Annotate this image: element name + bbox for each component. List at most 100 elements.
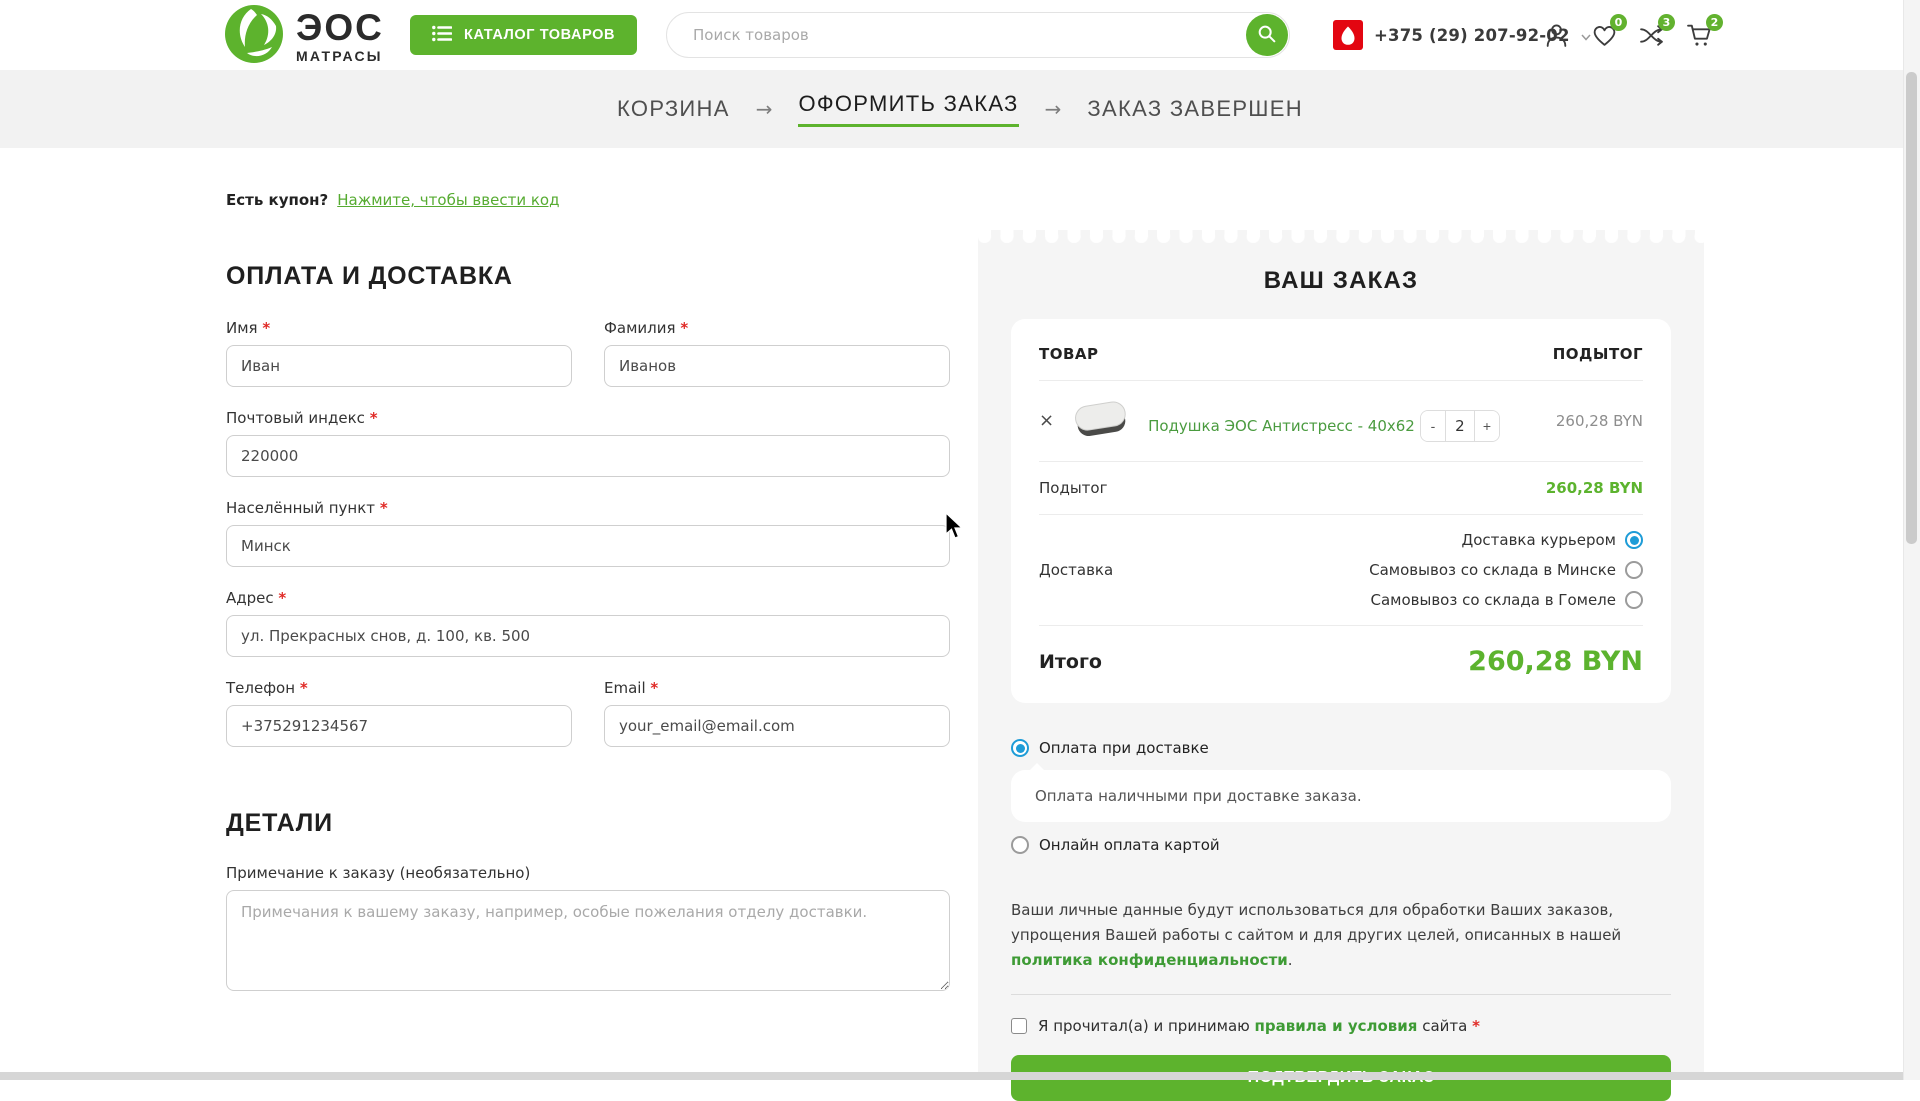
checkout-steps: КОРЗИНА → ОФОРМИТЬ ЗАКАЗ → ЗАКАЗ ЗАВЕРШЕ… [0, 70, 1920, 148]
phone-field: Телефон * [226, 679, 572, 747]
radio-icon[interactable] [1625, 591, 1643, 609]
order-card-header: ТОВАР ПОДЫТОГ [1039, 319, 1643, 380]
logo-line2: МАТРАСЫ [296, 49, 384, 63]
quantity-decrease-button[interactable]: - [1421, 411, 1445, 441]
subtotal-row: Подытог 260,28 BYN [1039, 461, 1643, 514]
coupon-link[interactable]: Нажмите, чтобы ввести код [337, 191, 559, 209]
scrollbar-thumb[interactable] [1906, 72, 1917, 544]
wishlist-count-badge: 0 [1610, 14, 1627, 31]
divider [1011, 994, 1671, 995]
payment-option-online[interactable]: Онлайн оплата картой [1011, 836, 1671, 854]
shipping-option-label: Самовывоз со склада в Минске [1369, 561, 1616, 579]
postcode-input[interactable] [226, 435, 950, 477]
billing-title: ОПЛАТА И ДОСТАВКА [226, 262, 950, 291]
payment-option-label: Онлайн оплата картой [1039, 836, 1220, 854]
total-row: Итого 260,28 BYN [1039, 625, 1643, 703]
address-input[interactable] [226, 615, 950, 657]
address-label: Адрес * [226, 589, 950, 607]
email-field: Email * [604, 679, 950, 747]
catalog-button-label: КАТАЛОГ ТОВАРОВ [464, 27, 615, 43]
order-note-field: Примечание к заказу (необязательно) [226, 864, 950, 995]
heart-icon [1591, 34, 1618, 53]
terms-link[interactable]: правила и условия [1255, 1017, 1418, 1035]
first-name-field: Имя * [226, 319, 572, 387]
wishlist-button[interactable]: 0 [1591, 22, 1619, 50]
step-checkout: ОФОРМИТЬ ЗАКАЗ [798, 91, 1018, 127]
logo-icon [224, 4, 284, 68]
last-name-input[interactable] [604, 345, 950, 387]
logo-text: ЭОС МАТРАСЫ [296, 9, 384, 63]
quantity-stepper: - + [1420, 410, 1500, 442]
compare-icon [1639, 34, 1666, 53]
step-cart[interactable]: КОРЗИНА [617, 96, 730, 122]
city-label: Населённый пункт * [226, 499, 950, 517]
radio-selected-icon[interactable] [1625, 531, 1643, 549]
search-input[interactable] [666, 12, 1290, 58]
total-label: Итого [1039, 651, 1102, 673]
catalog-list-icon [432, 25, 452, 46]
postcode-field: Почтовый индекс * [226, 409, 950, 477]
site-logo[interactable]: ЭОС МАТРАСЫ [224, 4, 384, 68]
payment-option-label: Оплата при доставке [1039, 739, 1209, 757]
shipping-option-pickup-minsk[interactable]: Самовывоз со склада в Минске [1369, 561, 1643, 579]
radio-icon[interactable] [1011, 836, 1029, 854]
privacy-policy-link[interactable]: политика конфиденциальности [1011, 951, 1288, 969]
compare-button[interactable]: 3 [1639, 22, 1667, 50]
email-input[interactable] [604, 705, 950, 747]
terms-text: Я прочитал(а) и принимаю правила и услов… [1038, 1017, 1480, 1035]
receipt-teeth-edge [978, 230, 1704, 243]
email-label: Email * [604, 679, 950, 697]
details-title: ДЕТАЛИ [226, 809, 950, 838]
phone-input[interactable] [226, 705, 572, 747]
order-title: ВАШ ЗАКАЗ [978, 267, 1704, 295]
radio-icon[interactable] [1625, 561, 1643, 579]
radio-selected-icon[interactable] [1011, 739, 1029, 757]
terms-row: Я прочитал(а) и принимаю правила и услов… [1011, 1017, 1671, 1035]
search-button[interactable] [1246, 14, 1288, 56]
payment-description-box: Оплата наличными при доставке заказа. [1011, 770, 1671, 822]
cart-icon [1687, 33, 1714, 52]
cart-item-row: × Подушка ЭОС Антистресс - 40х62 - + 260… [1039, 380, 1643, 461]
terms-checkbox[interactable] [1011, 1018, 1027, 1034]
payment-option-cod[interactable]: Оплата при доставке [1011, 739, 1671, 757]
step-arrow-icon: → [756, 97, 773, 121]
account-button[interactable] [1543, 22, 1571, 50]
product-info: Подушка ЭОС Антистресс - 40х62 - + [1148, 401, 1541, 442]
order-card: ТОВАР ПОДЫТОГ × Подушка ЭОС Антистресс -… [1011, 319, 1671, 703]
city-field: Населённый пункт * [226, 499, 950, 567]
postcode-label: Почтовый индекс * [226, 409, 950, 427]
privacy-note: Ваши личные данные будут использоваться … [1011, 898, 1671, 972]
shipping-option-pickup-gomel[interactable]: Самовывоз со склада в Гомеле [1370, 591, 1643, 609]
quantity-increase-button[interactable]: + [1475, 411, 1499, 441]
product-title-link[interactable]: Подушка ЭОС Антистресс - 40х62 [1148, 417, 1415, 435]
city-input[interactable] [226, 525, 950, 567]
header-icons: 0 3 2 [1543, 22, 1715, 50]
first-name-input[interactable] [226, 345, 572, 387]
catalog-button[interactable]: КАТАЛОГ ТОВАРОВ [410, 15, 637, 55]
billing-form: ОПЛАТА И ДОСТАВКА Имя * Фамилия * Почтов… [226, 262, 950, 1017]
order-note-textarea[interactable] [226, 890, 950, 991]
quantity-input[interactable] [1445, 411, 1475, 441]
user-icon [1543, 34, 1570, 53]
phone-label: Телефон * [226, 679, 572, 697]
compare-count-badge: 3 [1658, 14, 1675, 31]
subtotal-label: Подытог [1039, 479, 1107, 497]
address-field: Адрес * [226, 589, 950, 657]
logo-line1: ЭОС [296, 9, 384, 46]
shipping-option-label: Доставка курьером [1462, 531, 1616, 549]
footer-edge [0, 1072, 1920, 1080]
column-product: ТОВАР [1039, 345, 1099, 363]
coupon-row: Есть купон? Нажмите, чтобы ввести код [226, 191, 559, 209]
step-complete: ЗАКАЗ ЗАВЕРШЕН [1087, 96, 1303, 122]
shipping-option-courier[interactable]: Доставка курьером [1462, 531, 1643, 549]
last-name-field: Фамилия * [604, 319, 950, 387]
payment-description: Оплата наличными при доставке заказа. [1035, 787, 1362, 805]
order-summary-panel: ВАШ ЗАКАЗ ТОВАР ПОДЫТОГ × Подушка ЭОС Ан… [978, 230, 1704, 1080]
coupon-question: Есть купон? [226, 191, 328, 209]
page-scrollbar[interactable] [1903, 0, 1920, 1080]
remove-item-button[interactable]: × [1039, 412, 1054, 430]
column-subtotal: ПОДЫТОГ [1553, 345, 1643, 363]
phone-number: +375 (29) 207-92-02 [1374, 26, 1570, 45]
cart-button[interactable]: 2 [1687, 22, 1715, 50]
shipping-option-label: Самовывоз со склада в Гомеле [1370, 591, 1616, 609]
